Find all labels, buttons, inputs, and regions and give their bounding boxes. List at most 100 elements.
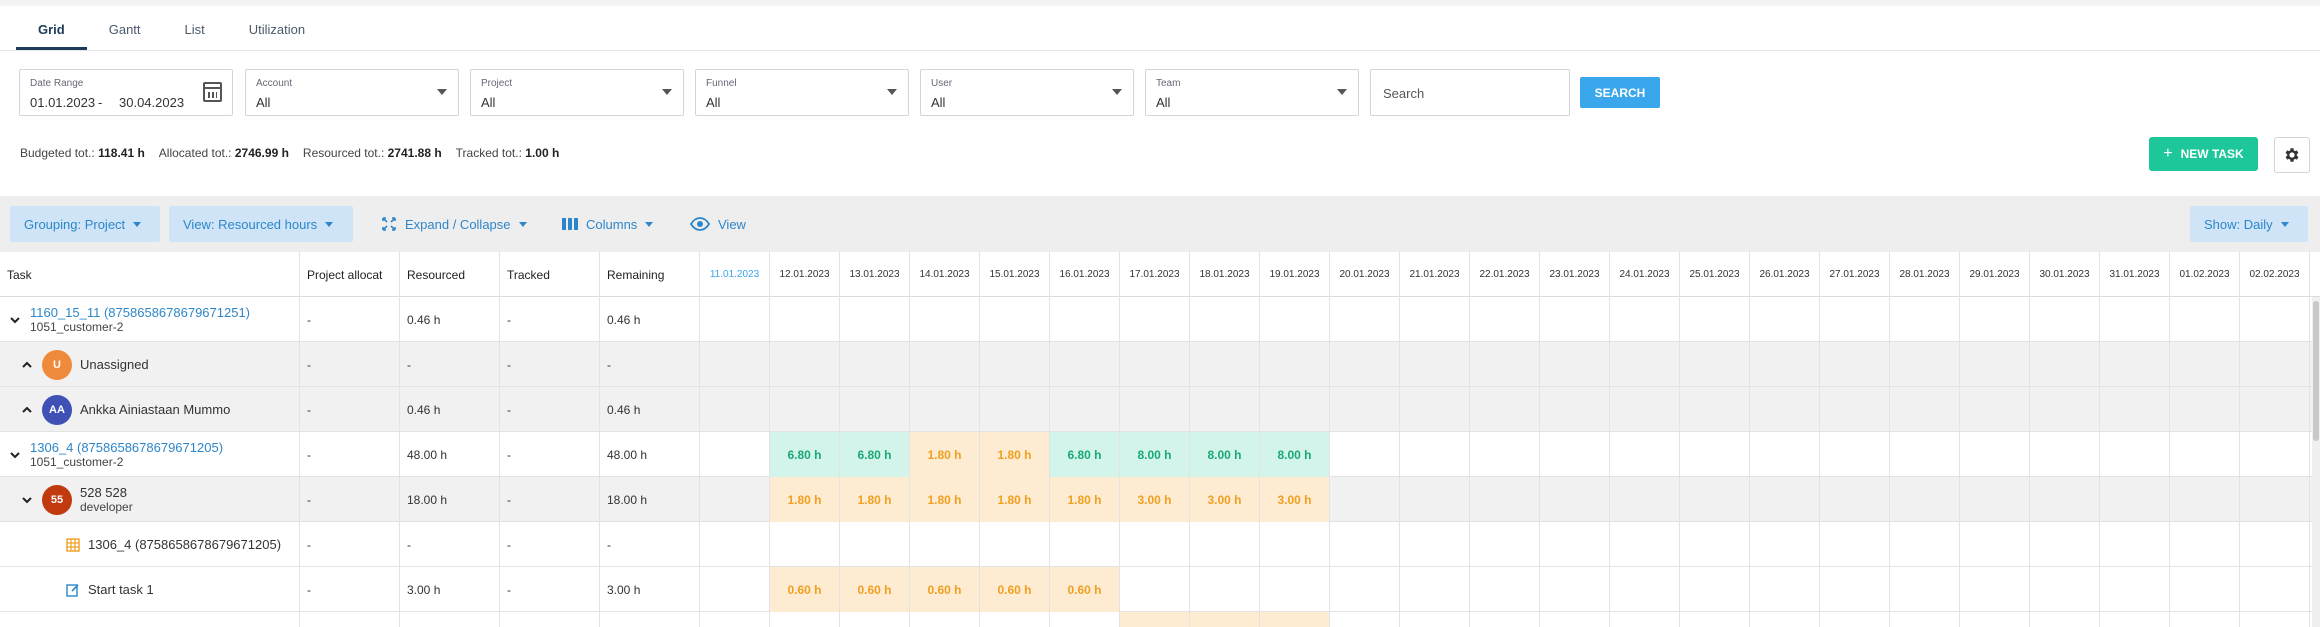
empty-day-cell[interactable] — [1610, 612, 1680, 627]
empty-day-cell[interactable] — [1470, 567, 1540, 612]
hours-cell[interactable]: 0.60 h — [770, 567, 840, 612]
date-range-filter[interactable]: Date Range 01.01.2023 - 30.04.2023 — [19, 69, 233, 116]
empty-day-cell[interactable] — [2170, 477, 2240, 522]
hours-cell[interactable]: 8.00 h — [1120, 432, 1190, 477]
empty-day-cell[interactable] — [2240, 612, 2310, 627]
empty-day-cell[interactable] — [2240, 432, 2310, 477]
empty-day-cell[interactable] — [1400, 477, 1470, 522]
empty-day-cell[interactable] — [1820, 342, 1890, 387]
hours-cell[interactable]: 3.00 h — [1190, 477, 1260, 522]
empty-day-cell[interactable] — [1050, 612, 1120, 627]
empty-day-cell[interactable] — [2170, 297, 2240, 342]
empty-day-cell[interactable] — [700, 477, 770, 522]
grouping-button[interactable]: Grouping: Project — [10, 206, 160, 242]
date-from[interactable]: 01.01.2023 — [30, 95, 95, 110]
empty-day-cell[interactable] — [1190, 297, 1260, 342]
expand-collapse-button[interactable]: Expand / Collapse — [381, 206, 527, 242]
tab-list[interactable]: List — [163, 14, 227, 50]
empty-day-cell[interactable] — [1330, 522, 1400, 567]
hours-cell[interactable]: 1.80 h — [980, 477, 1050, 522]
empty-day-cell[interactable] — [1260, 342, 1330, 387]
empty-day-cell[interactable] — [840, 297, 910, 342]
empty-day-cell[interactable] — [1960, 612, 2030, 627]
search-button[interactable]: SEARCH — [1580, 77, 1660, 108]
hours-cell[interactable]: 0.60 h — [980, 567, 1050, 612]
empty-day-cell[interactable] — [1540, 522, 1610, 567]
empty-day-cell[interactable] — [700, 297, 770, 342]
hours-cell[interactable]: 3.00 h — [1260, 477, 1330, 522]
empty-day-cell[interactable] — [1680, 432, 1750, 477]
empty-day-cell[interactable] — [1960, 522, 2030, 567]
empty-day-cell[interactable] — [1680, 342, 1750, 387]
hours-cell[interactable]: 1.80 h — [980, 432, 1050, 477]
empty-day-cell[interactable] — [1470, 612, 1540, 627]
scrollbar-thumb[interactable] — [2313, 301, 2319, 441]
hours-cell[interactable]: 6.80 h — [1050, 432, 1120, 477]
tab-utilization[interactable]: Utilization — [227, 14, 327, 50]
empty-day-cell[interactable] — [1540, 387, 1610, 432]
empty-day-cell[interactable] — [1400, 432, 1470, 477]
hours-cell[interactable]: 0.60 h — [840, 567, 910, 612]
empty-day-cell[interactable] — [2030, 612, 2100, 627]
empty-day-cell[interactable] — [840, 522, 910, 567]
empty-day-cell[interactable] — [1470, 477, 1540, 522]
empty-day-cell[interactable] — [1890, 297, 1960, 342]
new-task-button[interactable]: + NEW TASK — [2149, 137, 2258, 171]
empty-day-cell[interactable] — [1050, 297, 1120, 342]
empty-day-cell[interactable] — [1750, 567, 1820, 612]
empty-day-cell[interactable] — [1400, 522, 1470, 567]
empty-day-cell[interactable] — [1750, 522, 1820, 567]
column-header-project-allocation[interactable]: Project allocat — [300, 252, 400, 297]
empty-day-cell[interactable] — [980, 297, 1050, 342]
empty-day-cell[interactable] — [1820, 477, 1890, 522]
empty-day-cell[interactable] — [770, 387, 840, 432]
user-filter[interactable]: User All — [920, 69, 1134, 116]
empty-day-cell[interactable] — [1540, 477, 1610, 522]
empty-day-cell[interactable] — [1750, 342, 1820, 387]
empty-day-cell[interactable] — [1190, 387, 1260, 432]
hours-cell[interactable]: 3.00 h — [1120, 477, 1190, 522]
empty-day-cell[interactable] — [1400, 342, 1470, 387]
empty-day-cell[interactable] — [2170, 522, 2240, 567]
search-field[interactable] — [1370, 69, 1570, 116]
hours-cell[interactable]: 1.80 h — [910, 477, 980, 522]
empty-day-cell[interactable] — [770, 297, 840, 342]
empty-day-cell[interactable] — [1330, 567, 1400, 612]
show-daily-button[interactable]: Show: Daily — [2190, 206, 2308, 242]
empty-day-cell[interactable] — [1750, 477, 1820, 522]
empty-day-cell[interactable] — [1680, 297, 1750, 342]
empty-day-cell[interactable] — [1540, 342, 1610, 387]
empty-day-cell[interactable] — [1190, 522, 1260, 567]
empty-day-cell[interactable] — [1050, 522, 1120, 567]
empty-day-cell[interactable] — [2240, 342, 2310, 387]
empty-day-cell[interactable] — [910, 297, 980, 342]
empty-day-cell[interactable] — [700, 612, 770, 627]
empty-day-cell[interactable] — [1820, 612, 1890, 627]
columns-button[interactable]: Columns — [562, 206, 654, 242]
empty-day-cell[interactable] — [770, 612, 840, 627]
empty-day-cell[interactable] — [1470, 342, 1540, 387]
empty-day-cell[interactable] — [1820, 387, 1890, 432]
empty-day-cell[interactable] — [1750, 387, 1820, 432]
date-to[interactable]: 30.04.2023 — [119, 95, 184, 110]
empty-day-cell[interactable] — [1120, 297, 1190, 342]
empty-day-cell[interactable] — [2100, 342, 2170, 387]
empty-day-cell[interactable] — [1470, 522, 1540, 567]
empty-day-cell[interactable] — [1610, 387, 1680, 432]
empty-day-cell[interactable] — [980, 387, 1050, 432]
hours-cell[interactable] — [1190, 612, 1260, 627]
empty-day-cell[interactable] — [700, 387, 770, 432]
empty-day-cell[interactable] — [1330, 297, 1400, 342]
chevron-up-icon[interactable] — [20, 360, 34, 370]
empty-day-cell[interactable] — [1330, 342, 1400, 387]
empty-day-cell[interactable] — [1820, 432, 1890, 477]
empty-day-cell[interactable] — [1680, 612, 1750, 627]
empty-day-cell[interactable] — [770, 522, 840, 567]
empty-day-cell[interactable] — [980, 522, 1050, 567]
chevron-down-icon[interactable] — [20, 495, 34, 505]
column-header-resourced[interactable]: Resourced — [400, 252, 500, 297]
team-filter[interactable]: Team All — [1145, 69, 1359, 116]
empty-day-cell[interactable] — [2030, 432, 2100, 477]
empty-day-cell[interactable] — [1540, 297, 1610, 342]
empty-day-cell[interactable] — [2030, 477, 2100, 522]
